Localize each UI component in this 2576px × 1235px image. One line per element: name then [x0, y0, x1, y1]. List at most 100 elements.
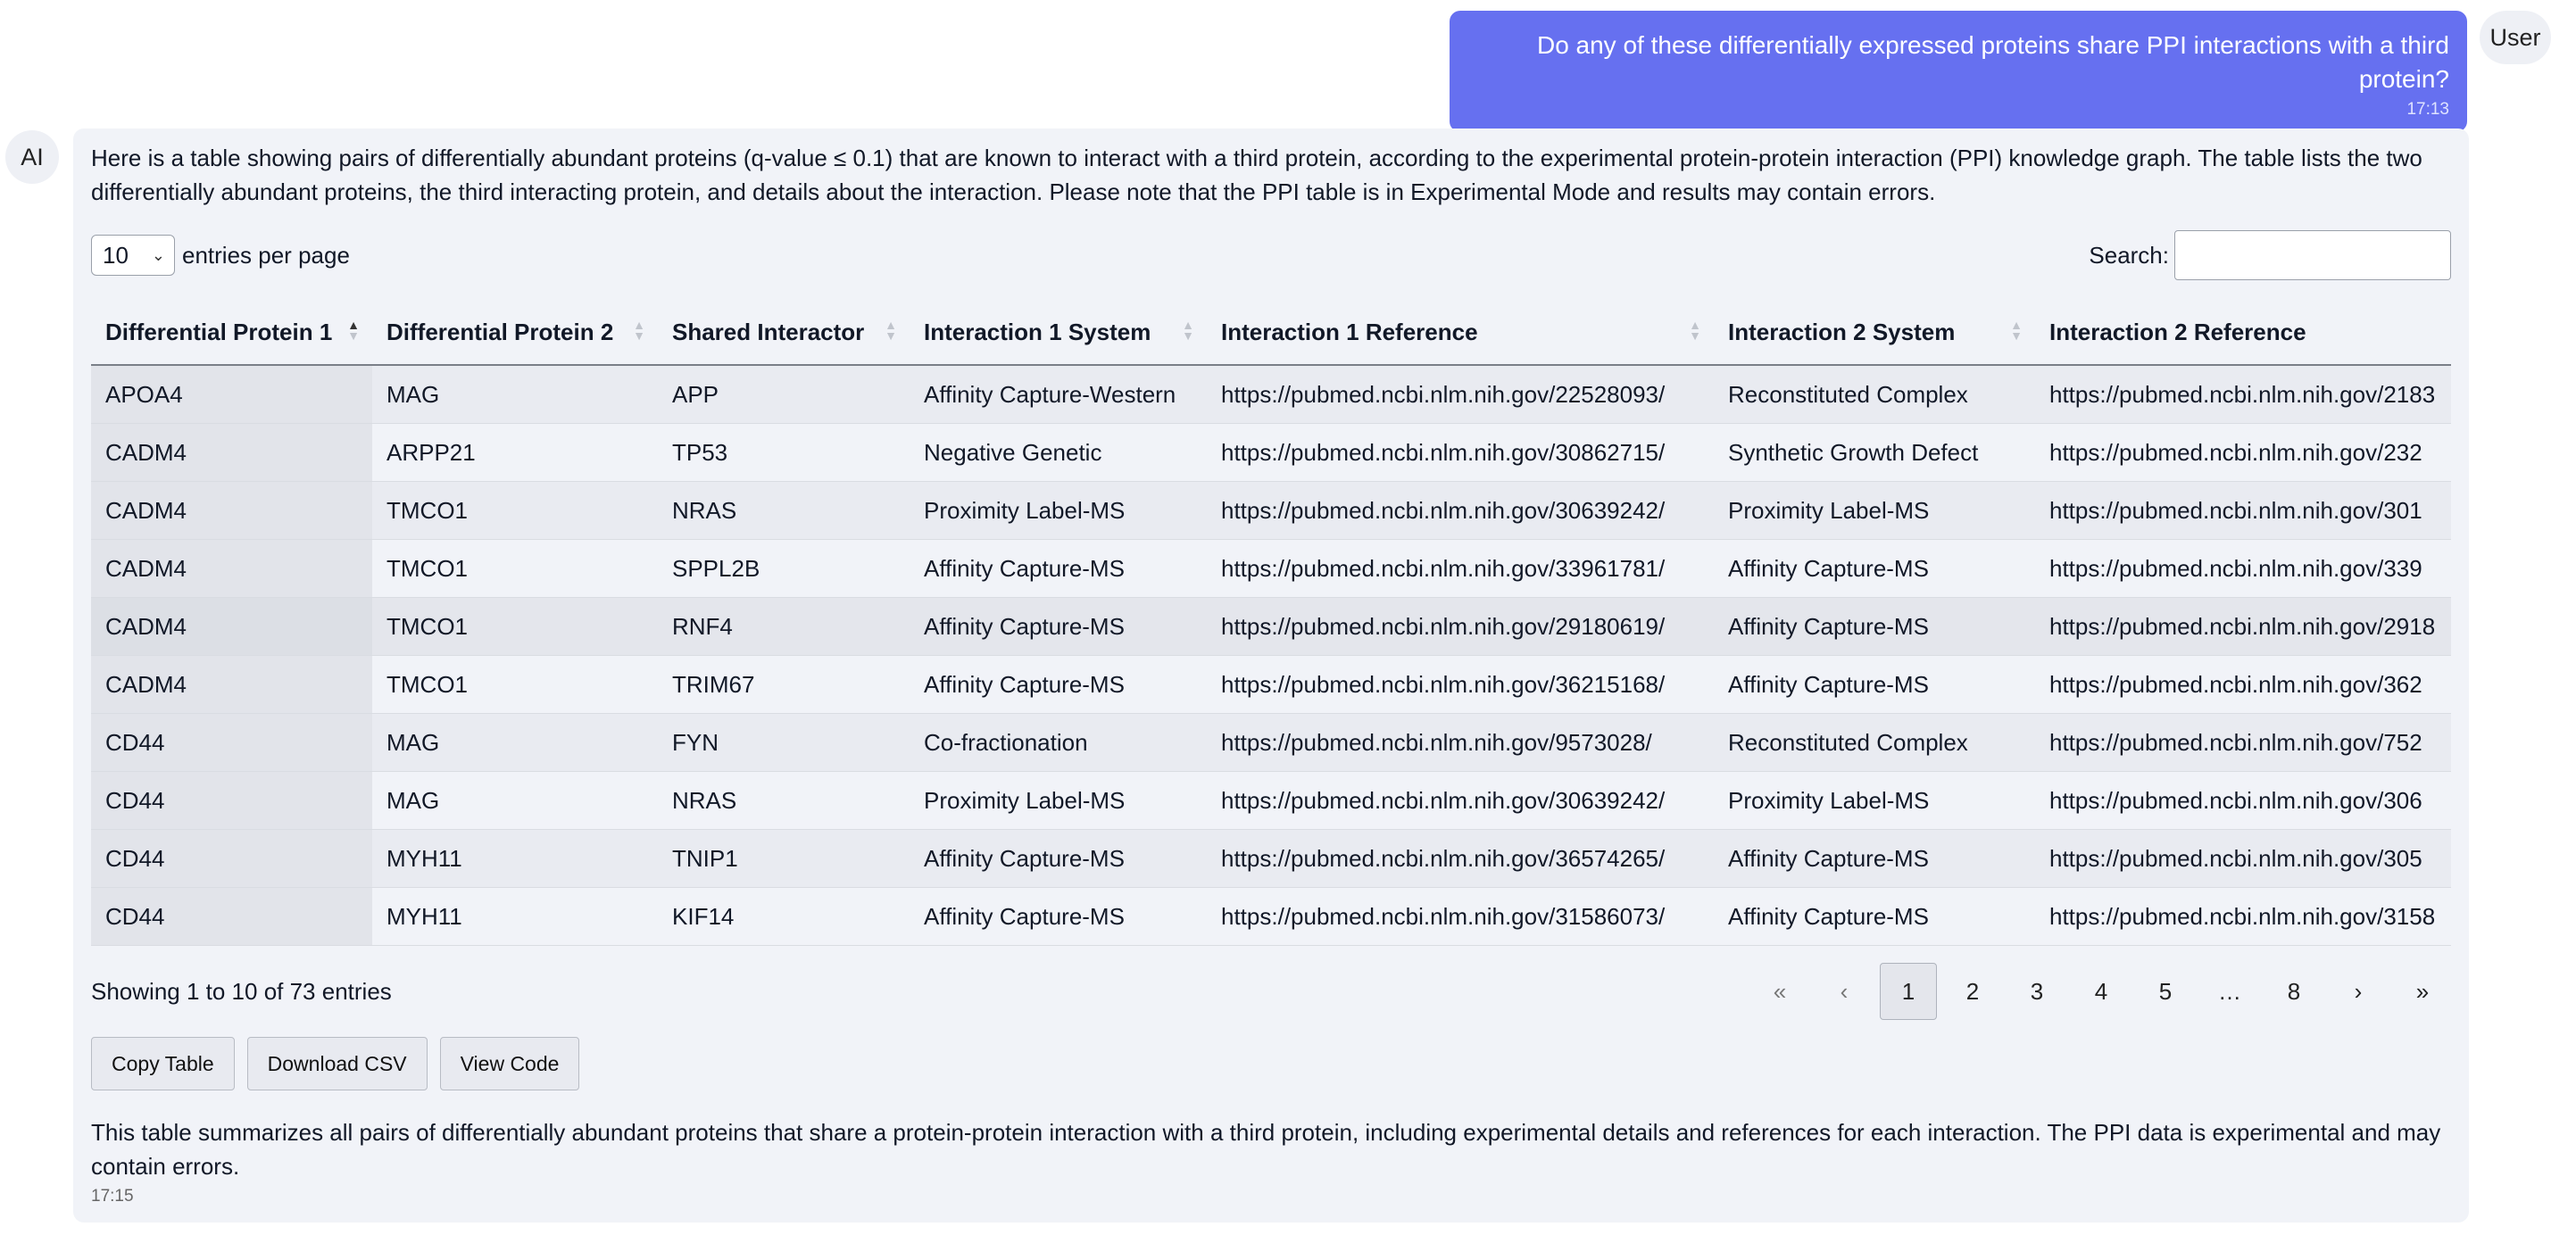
last-page-button[interactable]: »: [2394, 963, 2451, 1020]
page-button-2[interactable]: 2: [1944, 963, 2001, 1020]
column-header-protein-2[interactable]: Differential Protein 2 ▲ ▼: [372, 300, 658, 366]
page-button-8[interactable]: 8: [2265, 963, 2323, 1020]
table-cell: https://pubmed.ncbi.nlm.nih.gov/30639242…: [1207, 771, 1714, 830]
ai-message-card: Here is a table showing pairs of differe…: [73, 128, 2469, 1223]
ai-message-time: 17:15: [91, 1187, 134, 1206]
table-row: CADM4 ARPP21 TP53 Negative Genetic https…: [91, 423, 2451, 482]
table-cell: Affinity Capture-MS: [910, 539, 1207, 598]
table-cell: CADM4: [91, 655, 372, 714]
first-page-button[interactable]: «: [1751, 963, 1808, 1020]
table-cell: Reconstituted Complex: [1714, 713, 2035, 772]
table-cell: CD44: [91, 713, 372, 772]
table-cell: https://pubmed.ncbi.nlm.nih.gov/29180619…: [1207, 597, 1714, 656]
table-row: CD44 MYH11 TNIP1 Affinity Capture-MS htt…: [91, 829, 2451, 888]
table-cell: CADM4: [91, 539, 372, 598]
page-button-5[interactable]: 5: [2137, 963, 2194, 1020]
table-row: CADM4 TMCO1 TRIM67 Affinity Capture-MS h…: [91, 655, 2451, 714]
pagination: « ‹ 1 2 3 4 5 … 8 › »: [1744, 963, 2451, 1020]
user-avatar: User: [2480, 11, 2551, 64]
table-cell: TMCO1: [372, 539, 658, 598]
page-size-select[interactable]: 10 ⌄: [91, 235, 175, 276]
table-cell: Affinity Capture-MS: [1714, 887, 2035, 946]
table-actions: Copy Table Download CSV View Code: [91, 1037, 2451, 1090]
search-input[interactable]: [2174, 230, 2451, 280]
table-cell: CADM4: [91, 481, 372, 540]
column-header-interaction-1-system[interactable]: Interaction 1 System ▲ ▼: [910, 300, 1207, 366]
user-message-text: Do any of these differentially expressed…: [1536, 31, 2449, 93]
table-row: CD44 MAG NRAS Proximity Label-MS https:/…: [91, 771, 2451, 830]
table-cell: CD44: [91, 771, 372, 830]
sort-icon: ▲ ▼: [347, 318, 360, 343]
table-row: CADM4 TMCO1 NRAS Proximity Label-MS http…: [91, 481, 2451, 540]
table-footer: Showing 1 to 10 of 73 entries « ‹ 1 2 3 …: [91, 962, 2451, 1021]
table-cell: TRIM67: [658, 655, 910, 714]
table-cell: KIF14: [658, 887, 910, 946]
table-cell: Synthetic Growth Defect: [1714, 423, 2035, 482]
table-row: CD44 MYH11 KIF14 Affinity Capture-MS htt…: [91, 887, 2451, 946]
table-cell: CADM4: [91, 597, 372, 656]
table-cell: Affinity Capture-MS: [910, 829, 1207, 888]
table-cell: Proximity Label-MS: [910, 481, 1207, 540]
previous-page-button[interactable]: ‹: [1816, 963, 1873, 1020]
search-control: Search:: [2089, 230, 2451, 280]
page-size-value: 10: [103, 241, 129, 269]
table-cell: MAG: [372, 771, 658, 830]
table-cell: https://pubmed.ncbi.nlm.nih.gov/2183: [2035, 365, 2451, 424]
ai-intro-text: Here is a table showing pairs of differe…: [91, 145, 2422, 205]
table-cell: MYH11: [372, 829, 658, 888]
table-cell: Proximity Label-MS: [910, 771, 1207, 830]
next-page-button[interactable]: ›: [2330, 963, 2387, 1020]
ppi-table: Differential Protein 1 ▲ ▼ Differential Pr…: [91, 300, 2451, 946]
sort-icon: ▲ ▼: [1182, 318, 1194, 343]
table-cell: Affinity Capture-MS: [910, 887, 1207, 946]
table-cell: SPPL2B: [658, 539, 910, 598]
table-cell: https://pubmed.ncbi.nlm.nih.gov/301: [2035, 481, 2451, 540]
copy-table-button[interactable]: Copy Table: [91, 1037, 235, 1090]
table-cell: TMCO1: [372, 481, 658, 540]
page-button-3[interactable]: 3: [2008, 963, 2065, 1020]
table-cell: TP53: [658, 423, 910, 482]
table-cell: TMCO1: [372, 597, 658, 656]
table-cell: CD44: [91, 829, 372, 888]
table-cell: APP: [658, 365, 910, 424]
column-header-shared-interactor[interactable]: Shared Interactor ▲ ▼: [658, 300, 910, 366]
entries-control: 10 ⌄ entries per page: [91, 235, 350, 276]
page-ellipsis: …: [2218, 977, 2241, 1005]
page-button-4[interactable]: 4: [2073, 963, 2130, 1020]
ai-avatar: AI: [5, 130, 59, 184]
table-cell: CD44: [91, 887, 372, 946]
table-cell: https://pubmed.ncbi.nlm.nih.gov/362: [2035, 655, 2451, 714]
column-header-protein-1[interactable]: Differential Protein 1 ▲ ▼: [91, 300, 372, 366]
view-code-button[interactable]: View Code: [439, 1037, 580, 1090]
table-cell: https://pubmed.ncbi.nlm.nih.gov/30862715…: [1207, 423, 1714, 482]
table-cell: https://pubmed.ncbi.nlm.nih.gov/339: [2035, 539, 2451, 598]
table-row: CADM4 TMCO1 RNF4 Affinity Capture-MS htt…: [91, 597, 2451, 656]
chevron-down-icon: ⌄: [151, 245, 165, 264]
table-cell: Affinity Capture-MS: [1714, 539, 2035, 598]
column-header-interaction-2-system[interactable]: Interaction 2 System ▲ ▼: [1714, 300, 2035, 366]
table-scroll-container[interactable]: Differential Protein 1 ▲ ▼ Differential Pr…: [91, 300, 2451, 946]
table-cell: https://pubmed.ncbi.nlm.nih.gov/232: [2035, 423, 2451, 482]
chat-page: Do any of these differentially expressed…: [0, 0, 2576, 1235]
table-cell: https://pubmed.ncbi.nlm.nih.gov/30639242…: [1207, 481, 1714, 540]
sort-icon: ▲ ▼: [885, 318, 897, 343]
page-button-1[interactable]: 1: [1880, 963, 1937, 1020]
download-csv-button[interactable]: Download CSV: [246, 1037, 428, 1090]
table-cell: https://pubmed.ncbi.nlm.nih.gov/36215168…: [1207, 655, 1714, 714]
column-header-interaction-1-reference[interactable]: Interaction 1 Reference ▲ ▼: [1207, 300, 1714, 366]
column-header-interaction-2-reference[interactable]: Interaction 2 Reference: [2035, 300, 2451, 366]
ai-summary-text: This table summarizes all pairs of diffe…: [91, 1119, 2441, 1180]
table-cell: Affinity Capture-MS: [910, 597, 1207, 656]
sort-icon: ▲ ▼: [2010, 318, 2023, 343]
table-cell: ARPP21: [372, 423, 658, 482]
table-cell: NRAS: [658, 771, 910, 830]
table-cell: Affinity Capture-MS: [1714, 597, 2035, 656]
table-row: CADM4 TMCO1 SPPL2B Affinity Capture-MS h…: [91, 539, 2451, 598]
table-header-row: Differential Protein 1 ▲ ▼ Differential Pr…: [91, 300, 2451, 366]
table-cell: https://pubmed.ncbi.nlm.nih.gov/2918: [2035, 597, 2451, 656]
table-cell: Negative Genetic: [910, 423, 1207, 482]
table-row: APOA4 MAG APP Affinity Capture-Western h…: [91, 365, 2451, 424]
table-cell: https://pubmed.ncbi.nlm.nih.gov/3158: [2035, 887, 2451, 946]
table-cell: Affinity Capture-MS: [1714, 655, 2035, 714]
table-cell: Proximity Label-MS: [1714, 771, 2035, 830]
